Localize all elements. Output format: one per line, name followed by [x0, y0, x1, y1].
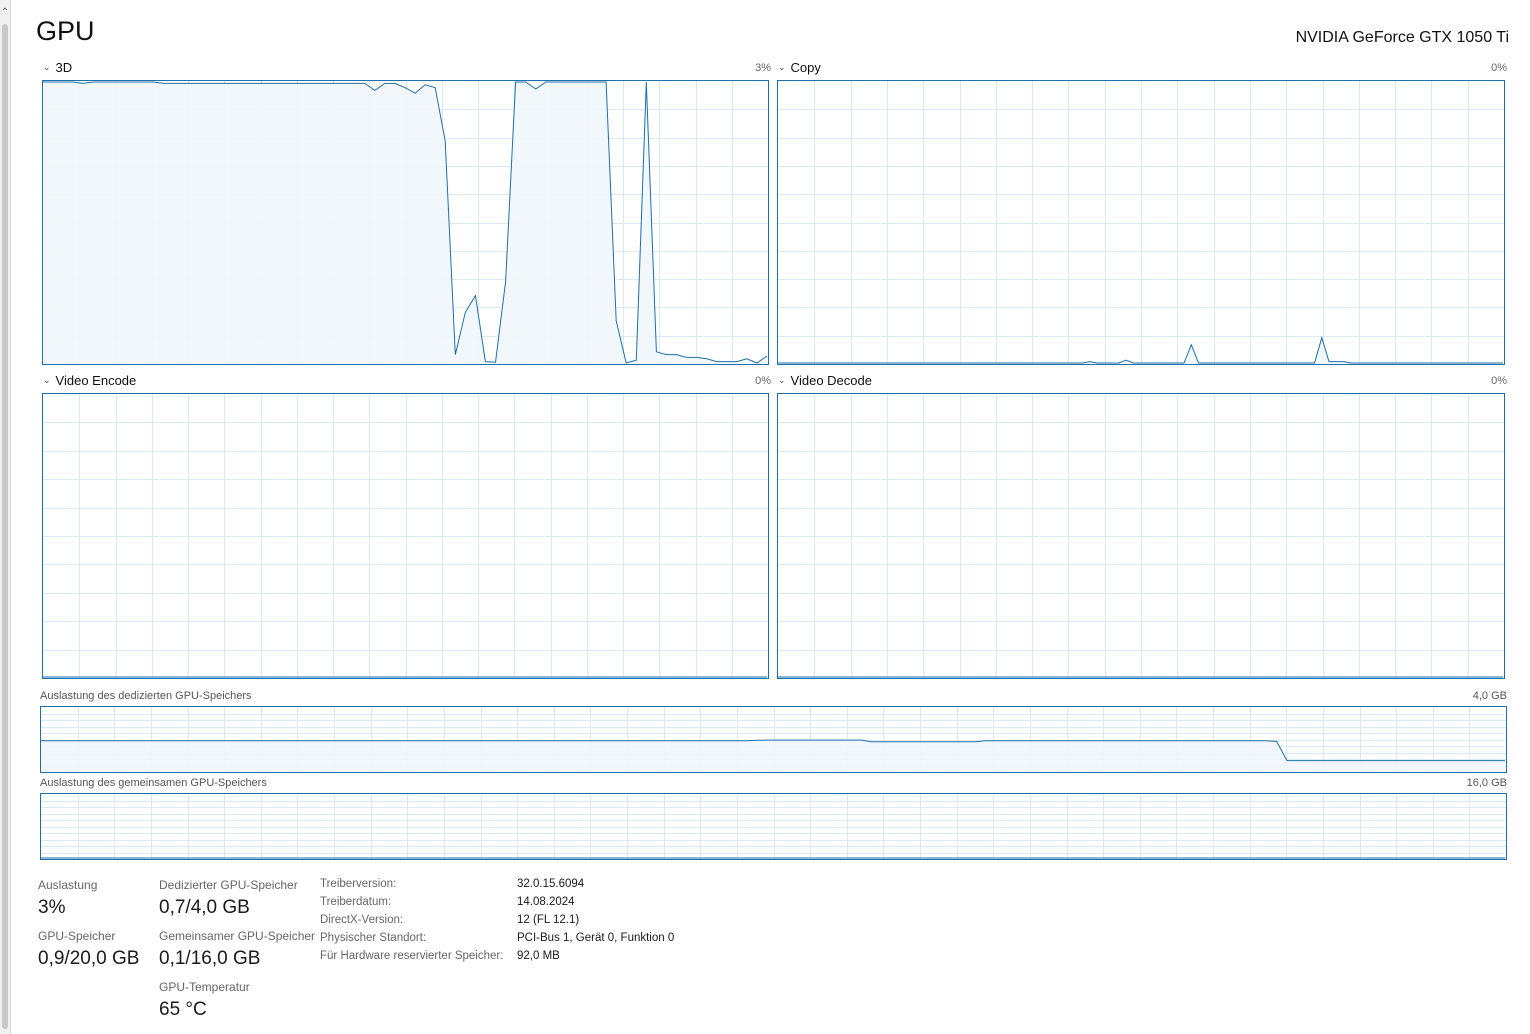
- driver-version-value: 32.0.15.6094: [517, 878, 585, 890]
- dedicated-memory-stat-label: Dedizierter GPU-Speicher: [159, 878, 298, 892]
- dedicated-memory-stat-value: 0,7/4,0 GB: [159, 897, 250, 918]
- directx-version-key: DirectX-Version:: [320, 914, 404, 926]
- series-line: [778, 335, 1503, 364]
- graph-shared-memory[interactable]: [40, 793, 1507, 860]
- engine-selector-video-encode[interactable]: ⌄ Video Encode: [43, 373, 136, 388]
- graph-svg: [778, 394, 1504, 678]
- shared-memory-stat-value: 0,1/16,0 GB: [159, 948, 261, 969]
- graph-video-decode[interactable]: [777, 393, 1505, 679]
- utilization-label: Auslastung: [38, 878, 98, 892]
- gpu-device-name: NVIDIA GeForce GTX 1050 Ti: [1295, 29, 1509, 46]
- graph-dedicated-memory[interactable]: [40, 706, 1507, 773]
- engine-percent: 0%: [1491, 375, 1507, 387]
- graph-copy[interactable]: [777, 80, 1505, 365]
- shared-memory-max: 16,0 GB: [1466, 777, 1507, 789]
- driver-version-key: Treiberversion:: [320, 878, 397, 890]
- graph-svg: [41, 707, 1506, 772]
- engine-label: Video Encode: [55, 373, 137, 388]
- utilization-value: 3%: [38, 897, 66, 918]
- graph-grid: [778, 394, 1504, 678]
- engine-selector-copy[interactable]: ⌄ Copy: [778, 60, 821, 75]
- driver-date-key: Treiberdatum:: [320, 896, 392, 908]
- gpu-memory-label: GPU-Speicher: [38, 929, 116, 943]
- driver-date-value: 14.08.2024: [517, 896, 575, 908]
- engine-label: Video Decode: [790, 373, 872, 388]
- scroll-thumb[interactable]: [2, 24, 8, 1029]
- temperature-value: 65 °C: [159, 999, 207, 1020]
- dedicated-memory-max: 4,0 GB: [1472, 690, 1507, 702]
- engine-percent: 0%: [755, 375, 771, 387]
- temperature-label: GPU-Temperatur: [159, 980, 250, 994]
- graph-video-encode[interactable]: [42, 393, 769, 679]
- gpu-memory-value: 0,9/20,0 GB: [38, 948, 140, 969]
- shared-memory-label: Auslastung des gemeinsamen GPU-Speichers: [40, 777, 267, 789]
- engine-label: Copy: [790, 60, 821, 75]
- engine-percent: 3%: [755, 62, 771, 74]
- graph-svg: [41, 794, 1506, 859]
- graph-grid: [778, 81, 1504, 364]
- shared-memory-stat-label: Gemeinsamer GPU-Speicher: [159, 929, 316, 943]
- graph-svg: [43, 81, 768, 364]
- chevron-down-icon: ⌄: [43, 375, 51, 385]
- chevron-down-icon: ⌄: [778, 375, 786, 385]
- graph-grid: [43, 394, 768, 678]
- engine-selector-3d[interactable]: ⌄ 3D: [43, 60, 72, 75]
- chevron-down-icon: ⌄: [778, 62, 786, 72]
- page-title: GPU: [36, 16, 95, 46]
- graph-grid: [41, 794, 1506, 859]
- left-scrollbar[interactable]: ⌃: [0, 0, 11, 1034]
- graph-3d[interactable]: [42, 80, 769, 365]
- reserved-memory-key: Für Hardware reservierter Speicher:: [320, 950, 504, 962]
- chevron-down-icon: ⌄: [43, 62, 51, 72]
- graph-svg: [43, 394, 768, 678]
- directx-version-value: 12 (FL 12.1): [517, 914, 580, 926]
- physical-location-key: Physischer Standort:: [320, 932, 427, 944]
- engine-percent: 0%: [1491, 62, 1507, 74]
- engine-selector-video-decode[interactable]: ⌄ Video Decode: [778, 373, 872, 388]
- graph-svg: [778, 81, 1504, 364]
- scroll-up-icon[interactable]: ⌃: [0, 8, 10, 18]
- engine-label: 3D: [55, 60, 73, 75]
- dedicated-memory-label: Auslastung des dedizierten GPU-Speichers: [40, 690, 252, 702]
- reserved-memory-value: 92,0 MB: [517, 950, 560, 962]
- physical-location-value: PCI-Bus 1, Gerät 0, Funktion 0: [517, 932, 675, 944]
